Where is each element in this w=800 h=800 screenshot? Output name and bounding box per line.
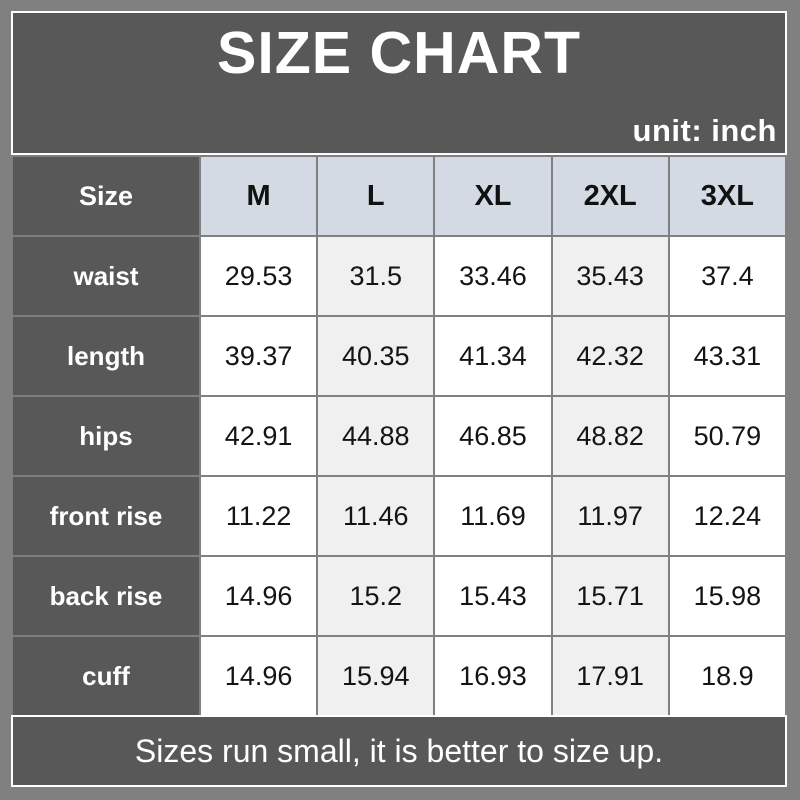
column-header-xl: XL bbox=[435, 157, 551, 235]
page-title: SIZE CHART bbox=[217, 20, 581, 86]
cell-cuff-l: 15.94 bbox=[318, 637, 434, 715]
cell-hips-m: 42.91 bbox=[201, 397, 317, 475]
cell-length-m: 39.37 bbox=[201, 317, 317, 395]
row-label-hips: hips bbox=[13, 397, 199, 475]
cell-length-l: 40.35 bbox=[318, 317, 434, 395]
cell-back-rise-2xl: 15.71 bbox=[552, 557, 668, 635]
table-row: waist 29.53 31.5 33.46 35.43 37.4 bbox=[13, 237, 785, 315]
sizing-note: Sizes run small, it is better to size up… bbox=[134, 732, 664, 769]
note-band: Sizes run small, it is better to size up… bbox=[11, 715, 787, 787]
cell-cuff-m: 14.96 bbox=[201, 637, 317, 715]
size-table: Size M L XL 2XL 3XL waist 29.53 31.5 33.… bbox=[11, 155, 787, 717]
column-header-3xl: 3XL bbox=[669, 157, 785, 235]
cell-cuff-2xl: 17.91 bbox=[552, 637, 668, 715]
row-label-back-rise: back rise bbox=[13, 557, 199, 635]
column-header-l: L bbox=[318, 157, 434, 235]
cell-cuff-xl: 16.93 bbox=[435, 637, 551, 715]
table-row: front rise 11.22 11.46 11.69 11.97 12.24 bbox=[13, 477, 785, 555]
table-row: back rise 14.96 15.2 15.43 15.71 15.98 bbox=[13, 557, 785, 635]
cell-front-rise-xl: 11.69 bbox=[435, 477, 551, 555]
size-chart-body: SIZE CHART unit: inch Size M L XL 2XL 3X… bbox=[11, 11, 787, 787]
cell-front-rise-m: 11.22 bbox=[201, 477, 317, 555]
row-label-cuff: cuff bbox=[13, 637, 199, 715]
table-row: hips 42.91 44.88 46.85 48.82 50.79 bbox=[13, 397, 785, 475]
unit-label: unit: inch bbox=[632, 113, 777, 148]
table-header-row: Size M L XL 2XL 3XL bbox=[13, 157, 785, 235]
cell-back-rise-3xl: 15.98 bbox=[669, 557, 785, 635]
size-chart-frame: SIZE CHART unit: inch Size M L XL 2XL 3X… bbox=[0, 0, 800, 800]
cell-hips-xl: 46.85 bbox=[435, 397, 551, 475]
cell-waist-m: 29.53 bbox=[201, 237, 317, 315]
cell-waist-xl: 33.46 bbox=[435, 237, 551, 315]
table-row: cuff 14.96 15.94 16.93 17.91 18.9 bbox=[13, 637, 785, 715]
cell-front-rise-l: 11.46 bbox=[318, 477, 434, 555]
cell-hips-3xl: 50.79 bbox=[669, 397, 785, 475]
row-label-waist: waist bbox=[13, 237, 199, 315]
column-header-2xl: 2XL bbox=[552, 157, 668, 235]
cell-waist-3xl: 37.4 bbox=[669, 237, 785, 315]
cell-cuff-3xl: 18.9 bbox=[669, 637, 785, 715]
cell-length-xl: 41.34 bbox=[435, 317, 551, 395]
table-corner-label: Size bbox=[13, 157, 199, 235]
row-label-front-rise: front rise bbox=[13, 477, 199, 555]
row-label-length: length bbox=[13, 317, 199, 395]
cell-back-rise-l: 15.2 bbox=[318, 557, 434, 635]
cell-hips-l: 44.88 bbox=[318, 397, 434, 475]
column-header-m: M bbox=[201, 157, 317, 235]
cell-front-rise-3xl: 12.24 bbox=[669, 477, 785, 555]
table-row: length 39.37 40.35 41.34 42.32 43.31 bbox=[13, 317, 785, 395]
cell-hips-2xl: 48.82 bbox=[552, 397, 668, 475]
cell-length-3xl: 43.31 bbox=[669, 317, 785, 395]
cell-back-rise-m: 14.96 bbox=[201, 557, 317, 635]
cell-front-rise-2xl: 11.97 bbox=[552, 477, 668, 555]
cell-length-2xl: 42.32 bbox=[552, 317, 668, 395]
title-band: SIZE CHART unit: inch bbox=[11, 11, 787, 155]
cell-back-rise-xl: 15.43 bbox=[435, 557, 551, 635]
cell-waist-l: 31.5 bbox=[318, 237, 434, 315]
cell-waist-2xl: 35.43 bbox=[552, 237, 668, 315]
